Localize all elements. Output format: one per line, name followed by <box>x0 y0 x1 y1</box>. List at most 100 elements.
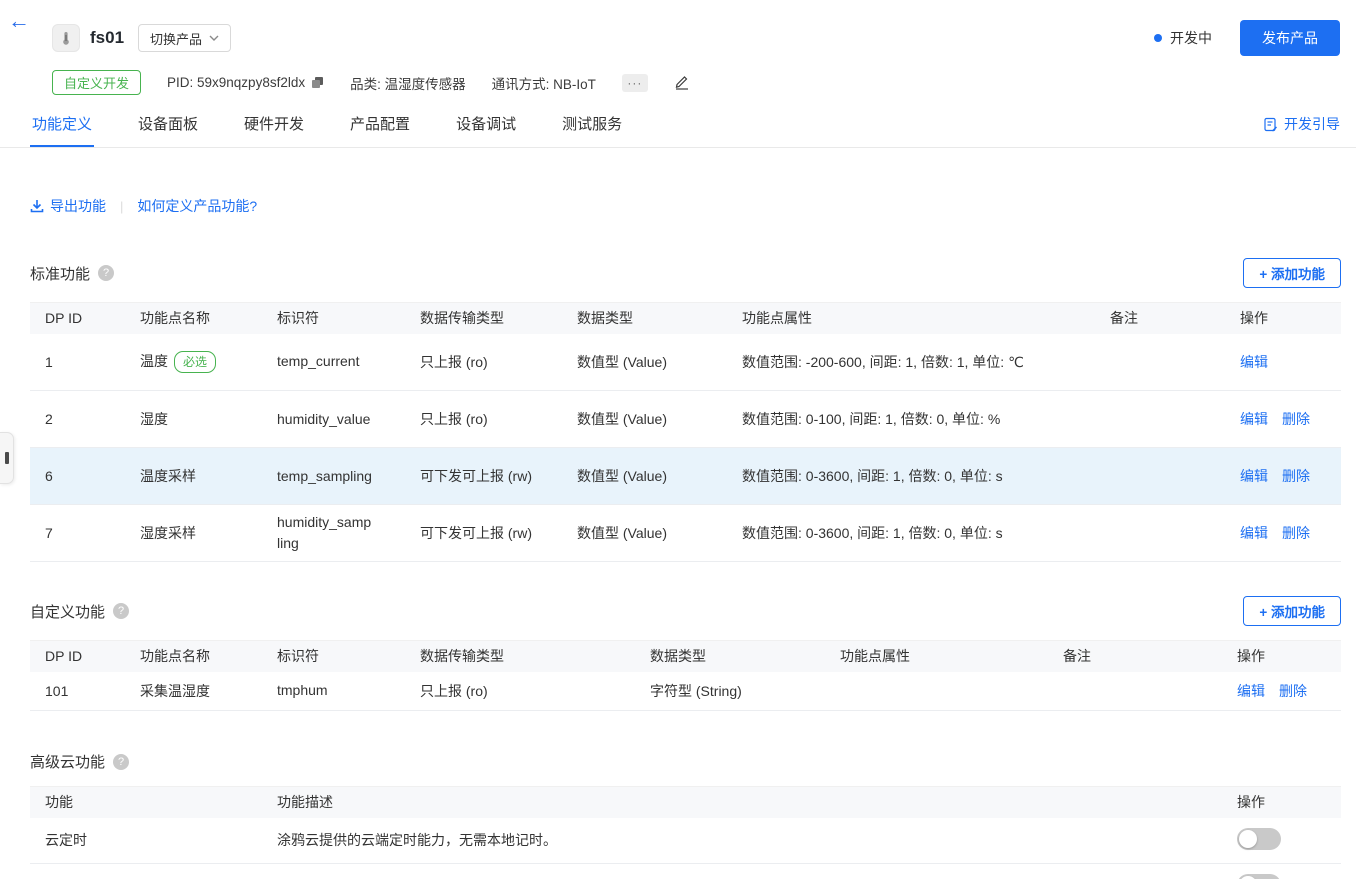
standard-section-header: 标准功能 ? + 添加功能 <box>30 258 1341 288</box>
property-cell: 数值范围: 0-3600, 间距: 1, 倍数: 0, 单位: s <box>727 448 1095 505</box>
product-header: fs01 切换产品 开发中 发布产品 自定义开发 PID: 59x9nqzpy8… <box>0 0 1356 95</box>
product-status: 开发中 <box>1154 28 1212 48</box>
edit-pencil-icon[interactable] <box>674 75 690 90</box>
col-action: 操作 <box>1222 641 1341 672</box>
toggle-knob <box>1239 830 1257 848</box>
add-standard-function-button[interactable]: + 添加功能 <box>1243 258 1341 288</box>
name-cell: 温度采样 <box>125 448 262 505</box>
table-header-row: DP ID 功能点名称 标识符 数据传输类型 数据类型 功能点属性 备注 操作 <box>30 303 1341 334</box>
publish-product-button[interactable]: 发布产品 <box>1240 20 1340 56</box>
table-row: 1 温度必选 temp_current 只上报 (ro) 数值型 (Value)… <box>30 334 1341 391</box>
identifier-cell: temp_sampling <box>262 448 405 505</box>
export-functions-link[interactable]: 导出功能 <box>30 196 106 216</box>
export-functions-label: 导出功能 <box>50 196 106 216</box>
side-drawer-handle[interactable] <box>0 432 14 484</box>
remark-cell <box>1095 391 1225 448</box>
col-action: 操作 <box>1225 303 1341 334</box>
tab-function-definition[interactable]: 功能定义 <box>30 109 94 147</box>
function-toolbar: 导出功能 | 如何定义产品功能? <box>30 196 1341 216</box>
how-to-define-link[interactable]: 如何定义产品功能? <box>137 196 257 216</box>
delete-link[interactable]: 删除 <box>1282 525 1310 541</box>
tab-device-debug[interactable]: 设备调试 <box>454 109 518 147</box>
cloud-function-name: 云定时 <box>30 818 262 864</box>
col-identifier: 标识符 <box>262 303 405 334</box>
back-arrow-icon[interactable]: ← <box>8 10 30 32</box>
custom-section-header: 自定义功能 ? + 添加功能 <box>30 596 1341 626</box>
transfer-cell: 可下发可上报 (rw) <box>405 448 562 505</box>
delete-link[interactable]: 删除 <box>1279 683 1307 699</box>
edit-link[interactable]: 编辑 <box>1240 525 1268 541</box>
action-cell: 编辑删除 <box>1222 672 1341 711</box>
guide-doc-icon <box>1263 117 1278 132</box>
switch-product-label: 切换产品 <box>150 29 202 48</box>
custom-section-title: 自定义功能 <box>30 601 105 622</box>
product-page: ← fs01 切换产品 开发中 发布产品 自定义开发 PID: 59x9nqzp… <box>0 0 1356 879</box>
name-cell: 采集温湿度 <box>125 672 262 711</box>
transfer-cell: 只上报 (ro) <box>405 391 562 448</box>
identifier-cell: humidity_sampling <box>262 505 405 562</box>
tab-device-panel[interactable]: 设备面板 <box>136 109 200 147</box>
table-row: 2 湿度 humidity_value 只上报 (ro) 数值型 (Value)… <box>30 391 1341 448</box>
table-row: 101 采集温湿度 tmphum 只上报 (ro) 字符型 (String) 编… <box>30 672 1341 711</box>
transfer-cell: 只上报 (ro) <box>405 672 635 711</box>
dpid-cell: 6 <box>30 448 125 505</box>
table-row: 云定时 涂鸦云提供的云端定时能力，无需本地记时。 <box>30 818 1341 864</box>
name-cell: 湿度采样 <box>125 505 262 562</box>
action-cell <box>1222 818 1341 864</box>
action-cell: 编辑删除 <box>1225 448 1341 505</box>
col-remark: 备注 <box>1048 641 1222 672</box>
web-redirect-toggle[interactable] <box>1237 874 1281 879</box>
product-category: 品类: 温湿度传感器 <box>350 73 466 93</box>
tab-product-config[interactable]: 产品配置 <box>348 109 412 147</box>
name-cell: 温度必选 <box>125 334 262 391</box>
remark-cell <box>1095 334 1225 391</box>
dpid-cell: 101 <box>30 672 125 711</box>
datatype-cell: 数值型 (Value) <box>562 448 727 505</box>
remark-cell <box>1095 505 1225 562</box>
edit-link[interactable]: 编辑 <box>1240 354 1268 370</box>
main-content: 导出功能 | 如何定义产品功能? 标准功能 ? + 添加功能 DP ID 功能点… <box>0 196 1356 879</box>
col-dpid: DP ID <box>30 303 125 334</box>
status-label: 开发中 <box>1170 28 1212 48</box>
datatype-cell: 数值型 (Value) <box>562 391 727 448</box>
product-thumbnail-icon <box>52 24 80 52</box>
col-transfer-type: 数据传输类型 <box>405 303 562 334</box>
delete-link[interactable]: 删除 <box>1282 468 1310 484</box>
switch-product-button[interactable]: 切换产品 <box>138 24 231 52</box>
delete-link[interactable]: 删除 <box>1282 411 1310 427</box>
edit-link[interactable]: 编辑 <box>1237 683 1265 699</box>
name-cell: 湿度 <box>125 391 262 448</box>
add-custom-function-button[interactable]: + 添加功能 <box>1243 596 1341 626</box>
tab-test-service[interactable]: 测试服务 <box>560 109 624 147</box>
edit-link[interactable]: 编辑 <box>1240 411 1268 427</box>
col-name: 功能点名称 <box>125 641 262 672</box>
action-cell: 编辑 <box>1225 334 1341 391</box>
datatype-cell: 数值型 (Value) <box>562 334 727 391</box>
col-description: 功能描述 <box>262 787 1222 818</box>
cloud-timer-toggle[interactable] <box>1237 828 1281 850</box>
identifier-cell: temp_current <box>262 334 405 391</box>
tab-hardware-dev[interactable]: 硬件开发 <box>242 109 306 147</box>
cloud-section-header: 高级云功能 ? <box>30 751 1341 772</box>
dpid-cell: 1 <box>30 334 125 391</box>
status-dot-icon <box>1154 34 1162 42</box>
dpid-cell: 2 <box>30 391 125 448</box>
dpid-cell: 7 <box>30 505 125 562</box>
cloud-function-desc: 涂鸦云提供的云端定时能力，无需本地记时。 <box>262 818 1222 864</box>
copy-icon[interactable] <box>311 76 324 89</box>
table-row-highlighted: 6 温度采样 temp_sampling 可下发可上报 (rw) 数值型 (Va… <box>30 448 1341 505</box>
custom-functions-table: DP ID 功能点名称 标识符 数据传输类型 数据类型 功能点属性 备注 操作 … <box>30 640 1341 711</box>
help-question-icon[interactable]: ? <box>113 603 129 619</box>
edit-link[interactable]: 编辑 <box>1240 468 1268 484</box>
table-header-row: 功能 功能描述 操作 <box>30 787 1341 818</box>
drawer-handle-bar-icon <box>5 452 9 464</box>
chevron-down-icon <box>209 35 219 41</box>
help-question-icon[interactable]: ? <box>98 265 114 281</box>
action-cell: 编辑删除 <box>1225 505 1341 562</box>
required-tag: 必选 <box>174 351 216 373</box>
dev-guide-link[interactable]: 开发引导 <box>1263 114 1340 147</box>
col-remark: 备注 <box>1095 303 1225 334</box>
help-question-icon[interactable]: ? <box>113 754 129 770</box>
more-actions-button[interactable]: ··· <box>622 74 648 92</box>
col-function: 功能 <box>30 787 262 818</box>
